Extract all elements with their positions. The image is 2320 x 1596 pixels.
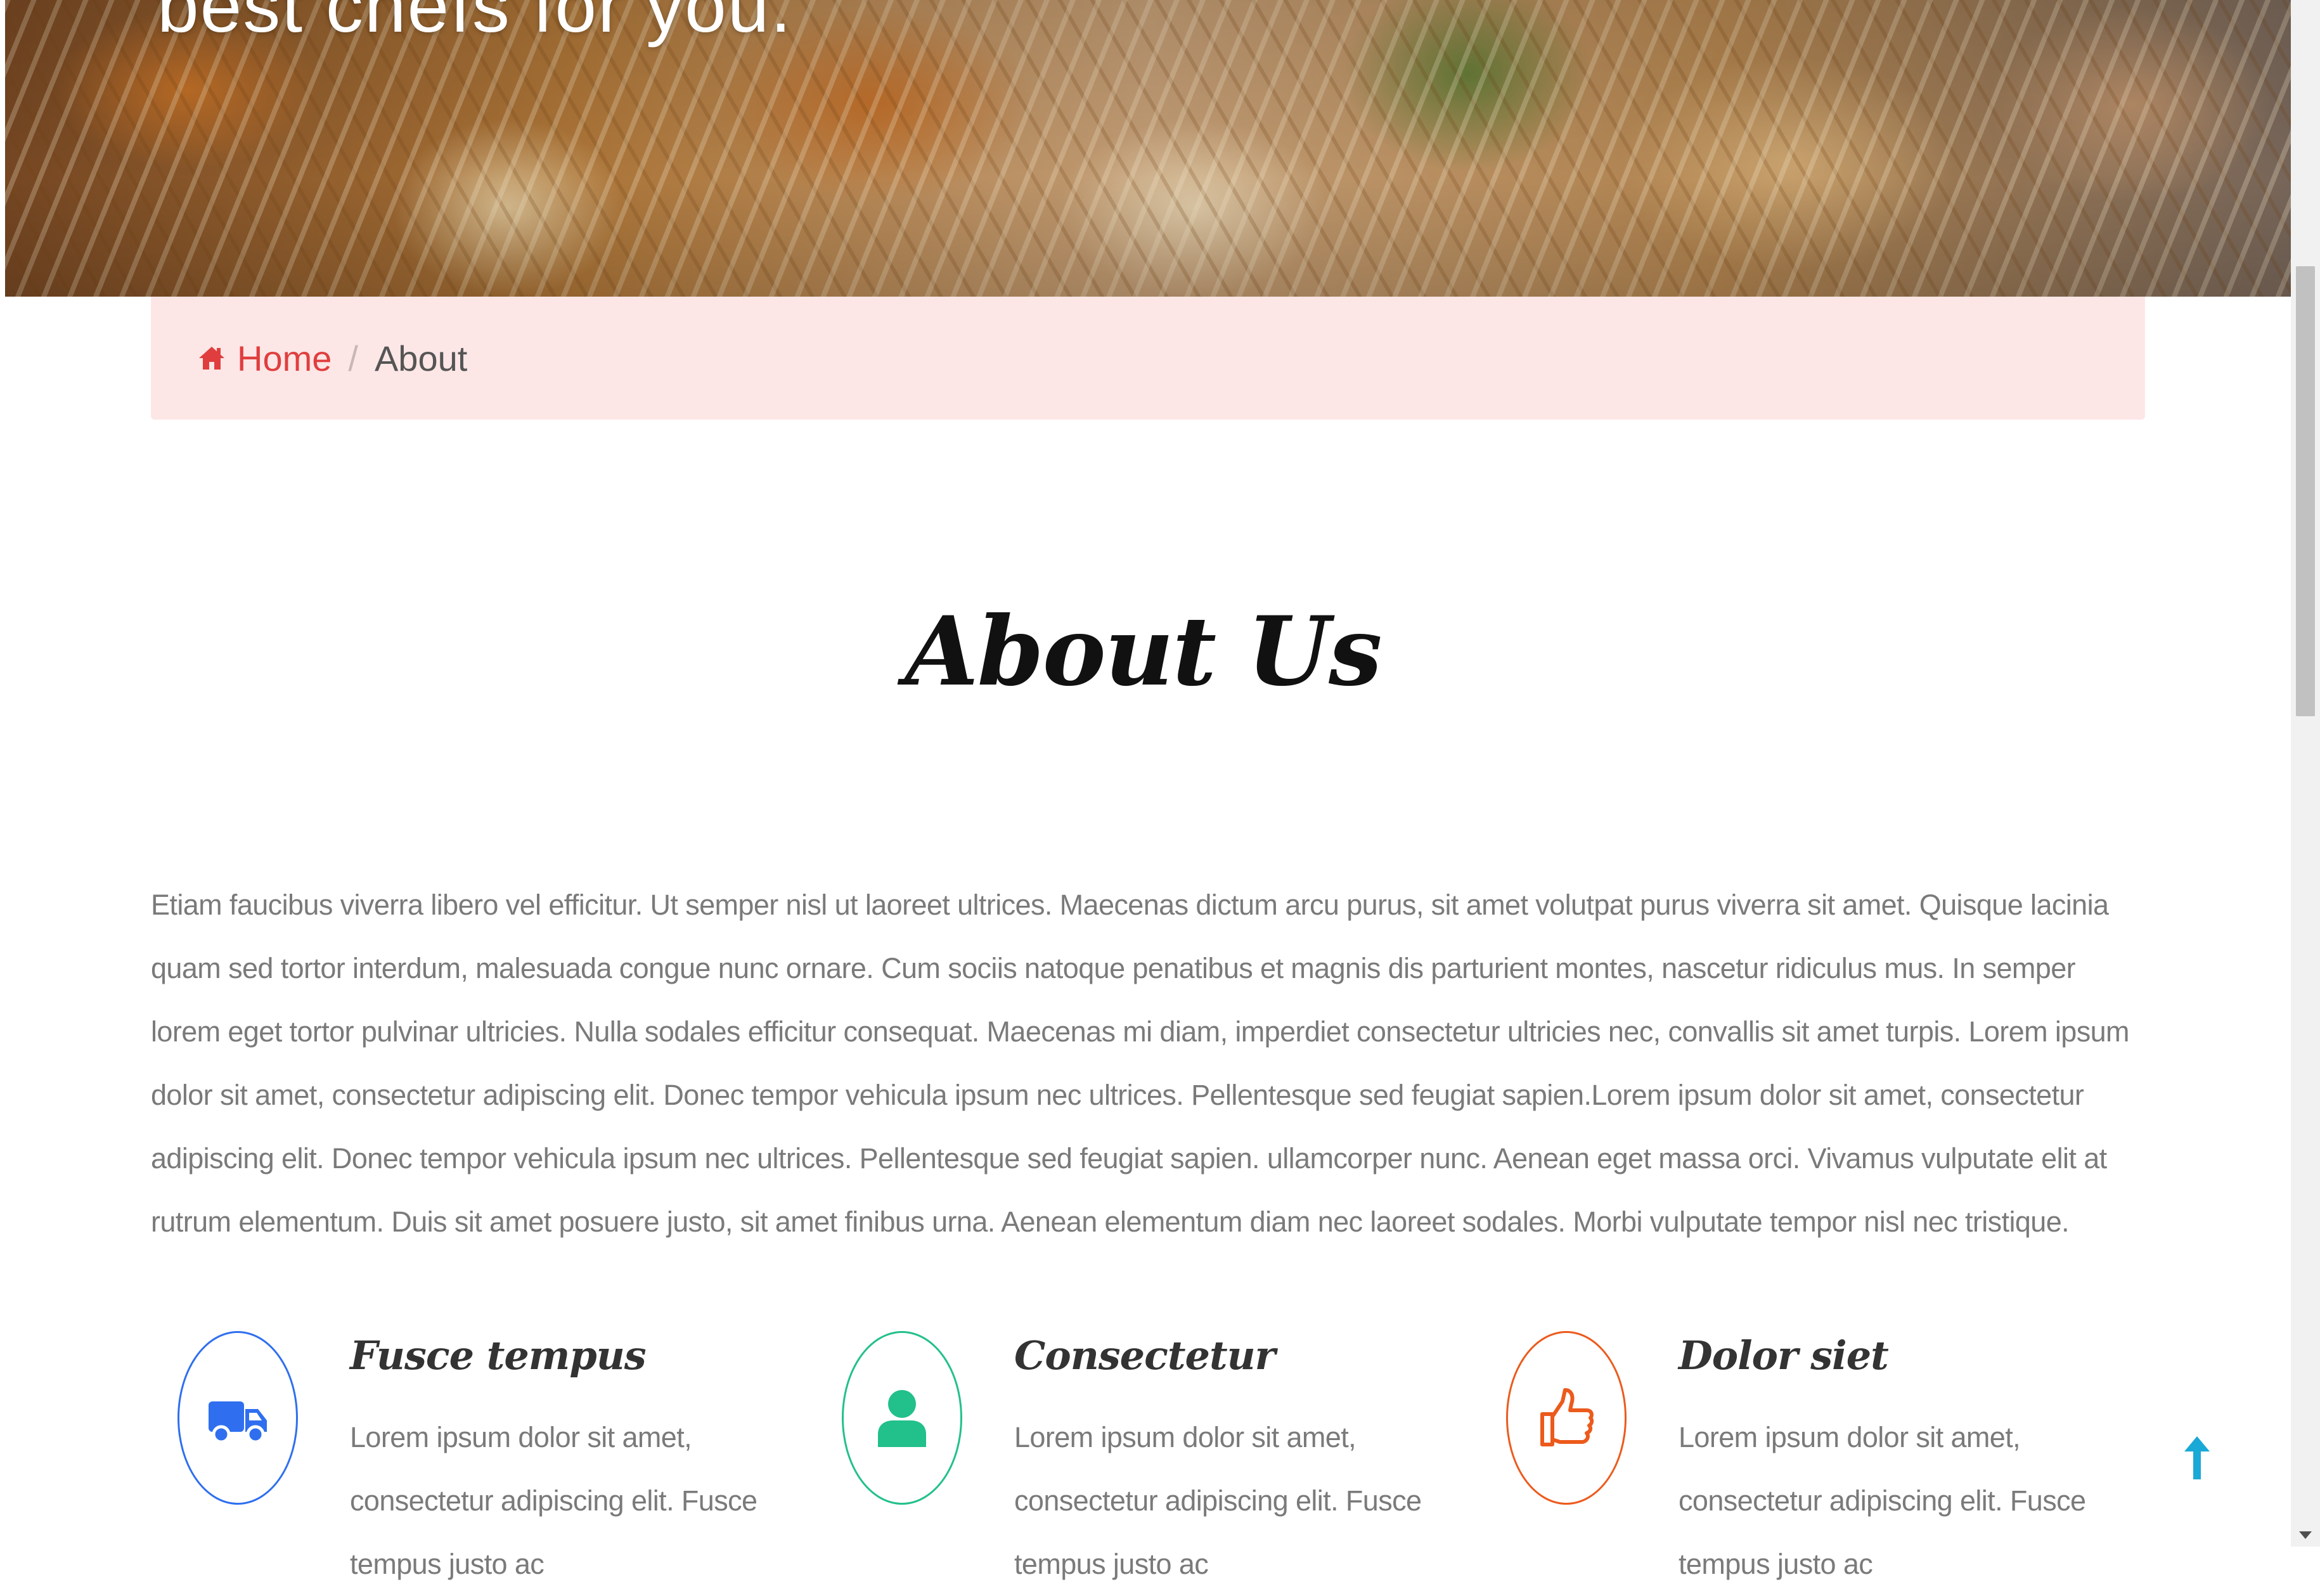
feature-icon-circle [177, 1331, 298, 1505]
breadcrumb-separator: / [348, 338, 358, 378]
truck-icon [209, 1401, 267, 1444]
page-edge [0, 0, 5, 1547]
scroll-down-arrow[interactable] [2299, 1531, 2312, 1539]
back-to-top-button[interactable] [2182, 1434, 2212, 1482]
feature-title: Consectetur [1014, 1332, 1275, 1379]
breadcrumb: Home / About [151, 297, 2145, 420]
thumbs-up-icon [1540, 1388, 1594, 1446]
breadcrumb-current: About [374, 338, 468, 378]
hero-tagline: best chefs for you. [157, 0, 793, 48]
breadcrumb-home-label: Home [237, 338, 332, 378]
user-icon [878, 1390, 926, 1447]
feature-icon-circle [842, 1331, 962, 1505]
feature-text: Lorem ipsum dolor sit amet, consectetur … [1014, 1421, 1422, 1580]
arrow-up-icon [2184, 1436, 2210, 1479]
feature-title: Fusce tempus [350, 1332, 647, 1379]
feature-title: Dolor siet [1679, 1332, 1889, 1379]
feature-text: Lorem ipsum dolor sit amet, consectetur … [1679, 1421, 2086, 1580]
home-icon [199, 347, 224, 370]
about-paragraph: Etiam faucibus viverra libero vel effici… [151, 889, 2130, 1238]
page-title: About Us [905, 596, 1382, 707]
feature-text: Lorem ipsum dolor sit amet, consectetur … [350, 1421, 757, 1580]
vertical-scrollbar[interactable] [2291, 0, 2320, 1547]
scrollbar-thumb[interactable] [2296, 266, 2315, 716]
feature-icon-circle [1506, 1331, 1627, 1505]
breadcrumb-home-link[interactable]: Home [198, 338, 332, 379]
hero-banner: best chefs for you. [5, 0, 2291, 297]
